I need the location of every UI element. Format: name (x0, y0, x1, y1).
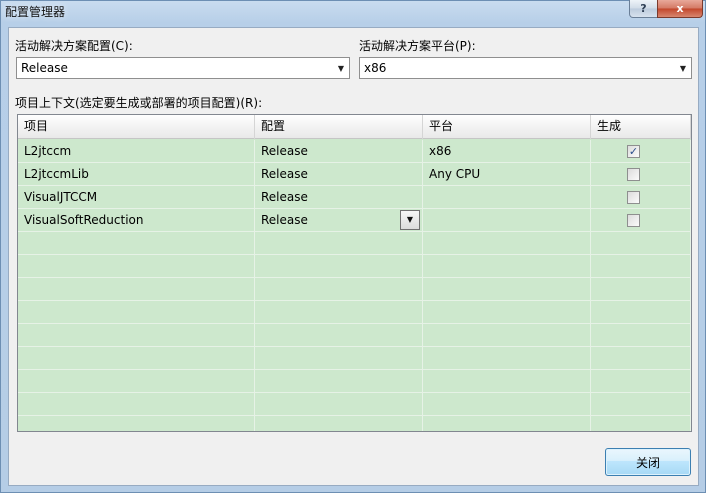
active-platform-value: x86 (364, 61, 387, 75)
empty-row (18, 278, 691, 301)
title-bar[interactable]: 配置管理器 ? x (1, 0, 705, 21)
empty-cell (255, 301, 423, 324)
empty-cell (255, 416, 423, 431)
config-cell[interactable]: Release (255, 163, 423, 186)
table-row[interactable]: VisualJTCCM Release (18, 186, 691, 209)
active-platform-label: 活动解决方案平台(P): (359, 39, 476, 53)
empty-cell (591, 416, 691, 431)
build-cell (591, 186, 691, 209)
empty-cell (591, 324, 691, 347)
grid-header: 项目 配置 平台 生成 (18, 115, 691, 139)
empty-cell (255, 232, 423, 255)
config-manager-window: 配置管理器 ? x 活动解决方案配置(C): Release ▼ 活动解决方案平… (0, 0, 706, 493)
empty-cell (255, 370, 423, 393)
empty-cell (255, 255, 423, 278)
column-header-build[interactable]: 生成 (591, 115, 691, 139)
project-cell: L2jtccmLib (18, 163, 255, 186)
empty-cell (423, 324, 591, 347)
empty-row (18, 232, 691, 255)
dialog-client-area: 活动解决方案配置(C): Release ▼ 活动解决方案平台(P): x86 … (8, 27, 699, 486)
empty-cell (423, 393, 591, 416)
empty-row (18, 393, 691, 416)
empty-row (18, 370, 691, 393)
window-title: 配置管理器 (5, 5, 66, 19)
config-dropdown-button[interactable]: ▼ (400, 210, 420, 230)
empty-cell (423, 347, 591, 370)
empty-cell (18, 416, 255, 431)
config-cell[interactable]: Release ▼ (255, 209, 423, 232)
empty-cell (591, 370, 691, 393)
build-checkbox[interactable] (627, 168, 640, 181)
window-close-button[interactable]: x (657, 0, 703, 18)
table-row[interactable]: L2jtccm Release x86 ✓ (18, 140, 691, 163)
platform-cell[interactable] (423, 186, 591, 209)
active-config-combo[interactable]: Release ▼ (16, 57, 350, 79)
empty-row (18, 255, 691, 278)
build-checkbox[interactable] (627, 191, 640, 204)
empty-cell (423, 301, 591, 324)
column-header-config[interactable]: 配置 (255, 115, 423, 139)
empty-cell (18, 255, 255, 278)
build-cell (591, 209, 691, 232)
project-cell: VisualJTCCM (18, 186, 255, 209)
empty-cell (18, 393, 255, 416)
empty-cell (423, 232, 591, 255)
build-cell (591, 163, 691, 186)
platform-cell[interactable]: x86 (423, 140, 591, 163)
project-contexts-label: 项目上下文(选定要生成或部署的项目配置)(R): (15, 96, 263, 110)
empty-cell (18, 370, 255, 393)
empty-cell (591, 278, 691, 301)
empty-cell (423, 416, 591, 431)
active-config-label: 活动解决方案配置(C): (15, 39, 133, 53)
chevron-down-icon: ▼ (406, 215, 414, 224)
empty-cell (591, 393, 691, 416)
config-cell[interactable]: Release (255, 140, 423, 163)
empty-cell (591, 255, 691, 278)
empty-cell (591, 347, 691, 370)
empty-cell (423, 255, 591, 278)
empty-cell (18, 232, 255, 255)
project-cell: VisualSoftReduction (18, 209, 255, 232)
table-row[interactable]: L2jtccmLib Release Any CPU (18, 163, 691, 186)
active-config-value: Release (21, 61, 68, 75)
empty-cell (255, 324, 423, 347)
empty-cell (255, 347, 423, 370)
empty-row (18, 347, 691, 370)
platform-cell[interactable]: Any CPU (423, 163, 591, 186)
active-platform-combo[interactable]: x86 ▼ (359, 57, 692, 79)
build-checkbox[interactable]: ✓ (627, 145, 640, 158)
config-cell[interactable]: Release (255, 186, 423, 209)
build-checkbox[interactable] (627, 214, 640, 227)
empty-cell (255, 393, 423, 416)
column-header-platform[interactable]: 平台 (423, 115, 591, 139)
empty-cell (591, 301, 691, 324)
config-cell-value: Release (261, 213, 308, 227)
empty-cell (18, 347, 255, 370)
empty-cell (255, 278, 423, 301)
chevron-down-icon: ▼ (679, 63, 687, 73)
column-header-project[interactable]: 项目 (18, 115, 255, 139)
project-contexts-grid[interactable]: 项目 配置 平台 生成 L2jtccm Release x86 ✓ L2jtcc… (17, 114, 692, 432)
empty-cell (591, 232, 691, 255)
project-cell: L2jtccm (18, 140, 255, 163)
empty-cell (18, 324, 255, 347)
close-button[interactable]: 关闭 (605, 448, 691, 476)
empty-row (18, 301, 691, 324)
help-icon: ? (640, 2, 647, 15)
help-button[interactable]: ? (629, 0, 658, 18)
empty-cell (18, 278, 255, 301)
empty-row (18, 416, 691, 431)
empty-cell (18, 301, 255, 324)
empty-cell (423, 278, 591, 301)
build-cell: ✓ (591, 140, 691, 163)
platform-cell[interactable] (423, 209, 591, 232)
close-icon: x (676, 2, 684, 15)
empty-row (18, 324, 691, 347)
chevron-down-icon: ▼ (337, 63, 345, 73)
table-row[interactable]: VisualSoftReduction Release ▼ (18, 209, 691, 232)
empty-cell (423, 370, 591, 393)
